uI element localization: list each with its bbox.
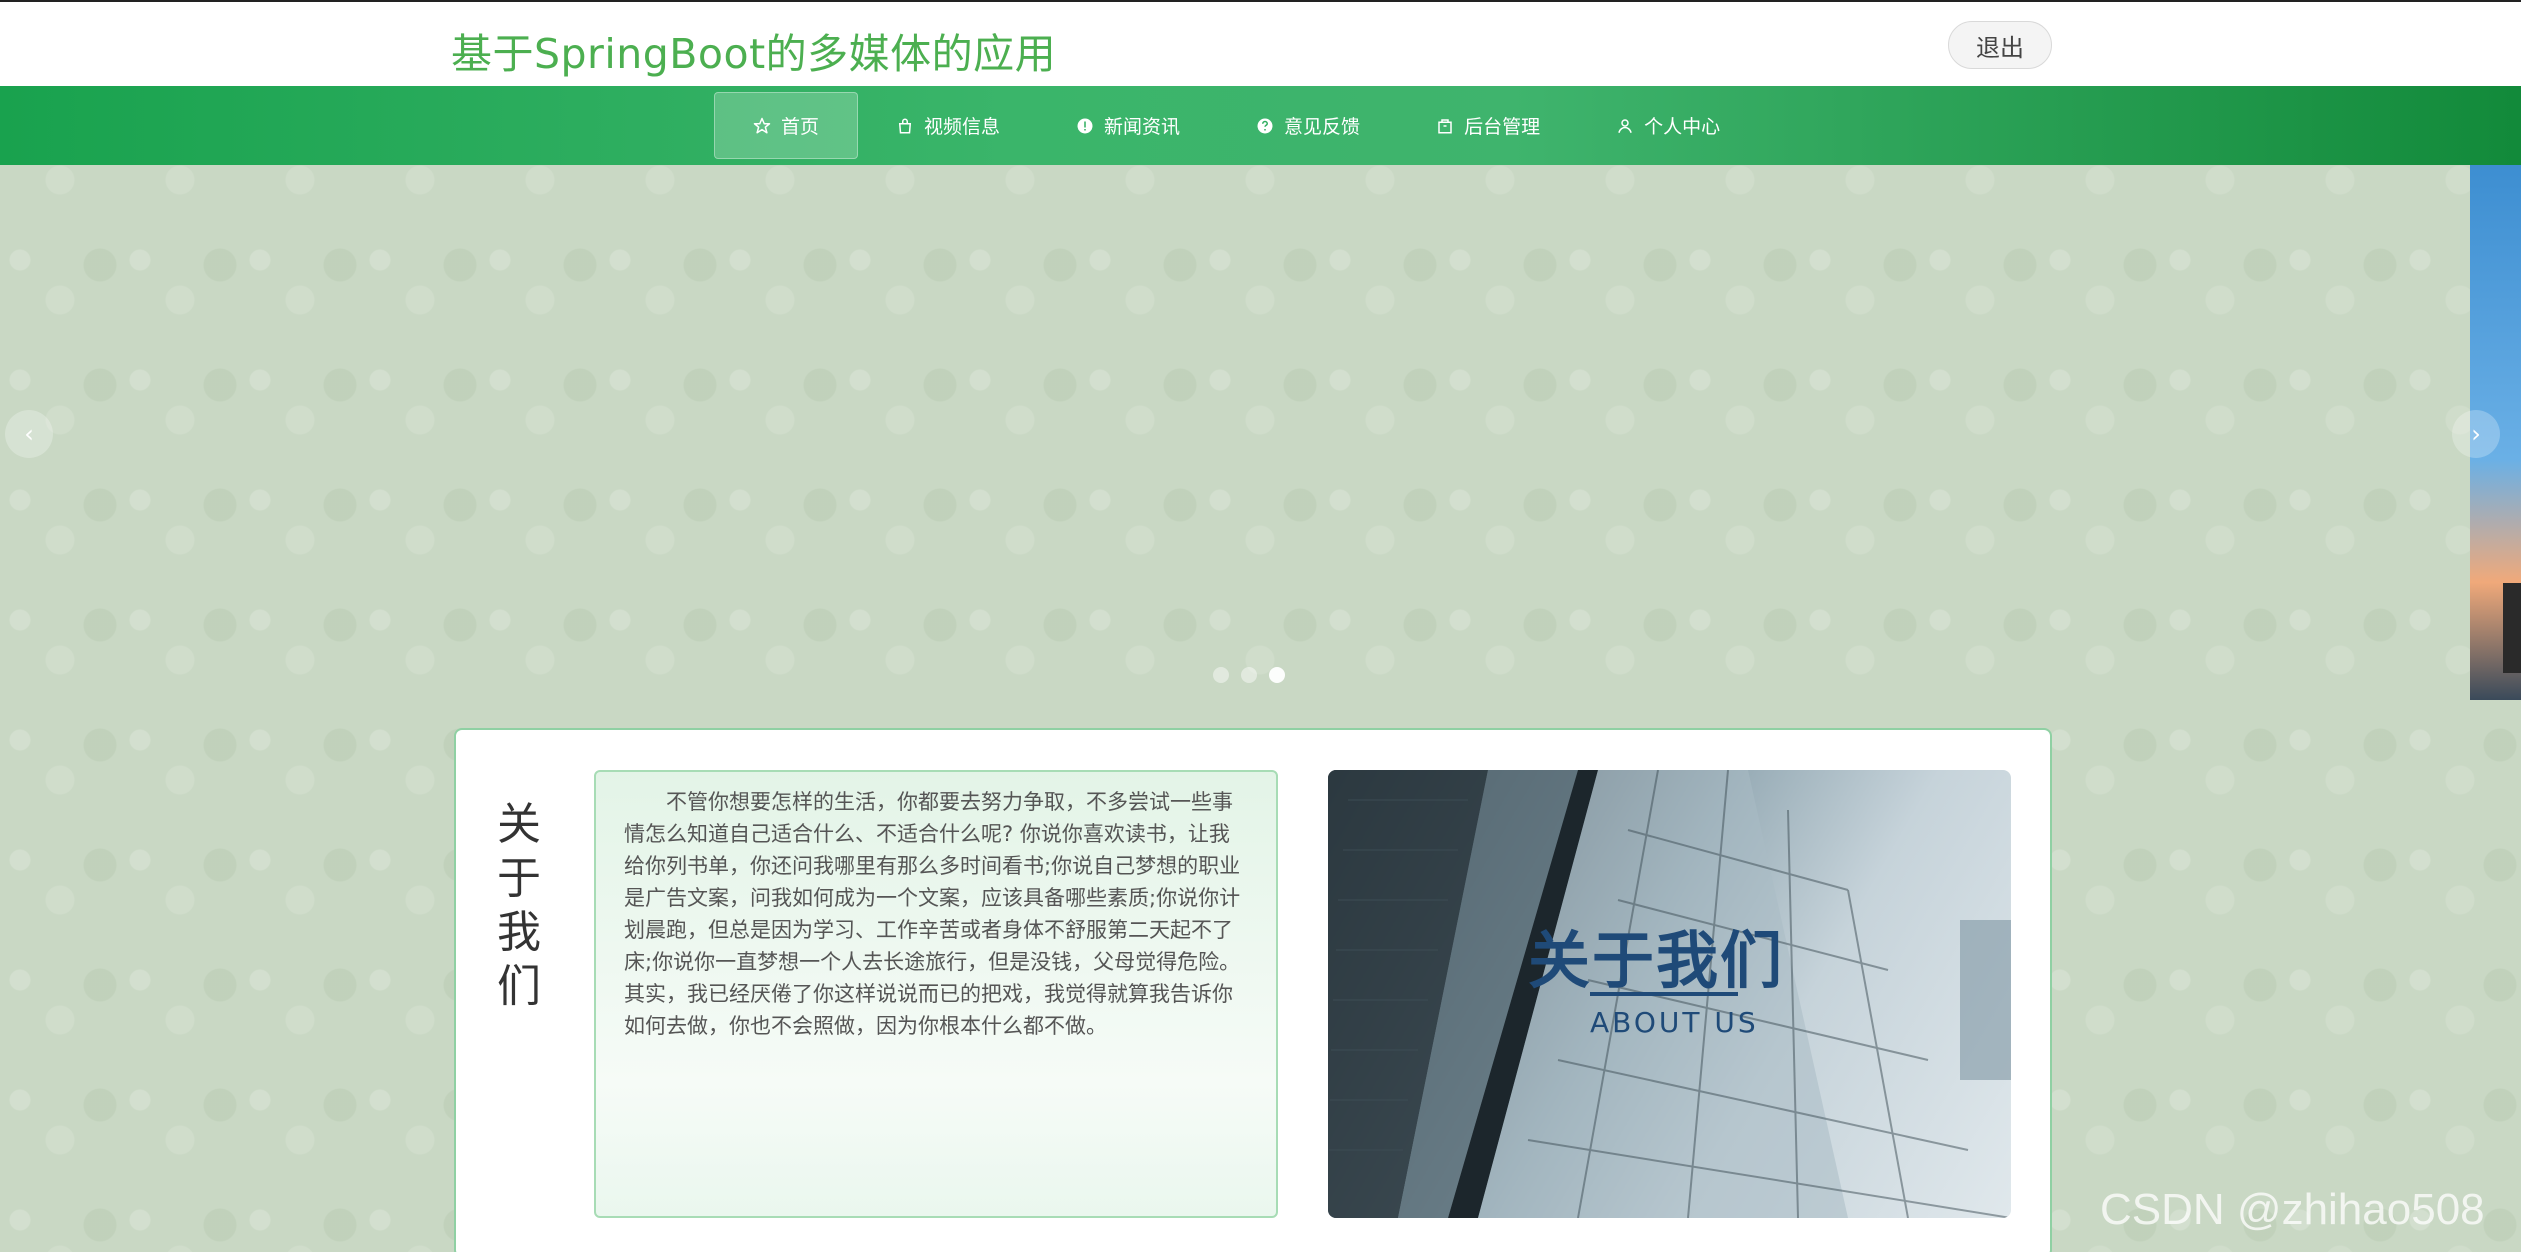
chevron-left-icon: ‹ bbox=[24, 420, 34, 448]
carousel-dot[interactable] bbox=[1213, 667, 1229, 683]
about-title-char: 于 bbox=[497, 853, 541, 904]
watermark: CSDN @zhihao508 bbox=[2100, 1185, 2485, 1234]
carousel-prev-button[interactable]: ‹ bbox=[5, 410, 53, 458]
carousel-next-button[interactable]: › bbox=[2452, 410, 2500, 458]
slide-edge-tab bbox=[2503, 583, 2521, 673]
chevron-right-icon: › bbox=[2471, 420, 2481, 448]
site-title: 基于SpringBoot的多媒体的应用 bbox=[451, 30, 1057, 78]
nav-item-profile[interactable]: 个人中心 bbox=[1578, 92, 1758, 159]
about-title-char: 关 bbox=[497, 799, 541, 850]
about-image-subtitle: ABOUT US bbox=[1590, 1006, 1759, 1039]
carousel-dot[interactable] bbox=[1241, 667, 1257, 683]
top-header: 基于SpringBoot的多媒体的应用 退出 bbox=[0, 0, 2521, 86]
banner-carousel: ‹ › bbox=[0, 165, 2521, 730]
nav-item-label: 后台管理 bbox=[1464, 116, 1541, 138]
bag-icon bbox=[896, 117, 914, 135]
nav-item-label: 新闻资讯 bbox=[1104, 116, 1181, 138]
user-icon bbox=[1616, 117, 1634, 135]
nav-item-label: 个人中心 bbox=[1644, 116, 1721, 138]
main-nav: 首页 视频信息 新闻资讯 意见反馈 后台管理 个人中心 bbox=[0, 86, 2521, 165]
nav-item-home[interactable]: 首页 bbox=[714, 92, 859, 159]
info-icon bbox=[1076, 117, 1094, 135]
nav-item-label: 意见反馈 bbox=[1284, 116, 1361, 138]
question-icon bbox=[1256, 117, 1274, 135]
about-vertical-title: 关 于 我 们 bbox=[494, 798, 544, 1014]
nav-item-videos[interactable]: 视频信息 bbox=[858, 92, 1038, 159]
about-title-char: 们 bbox=[497, 961, 541, 1012]
star-icon bbox=[753, 117, 771, 135]
logout-button[interactable]: 退出 bbox=[1948, 21, 2052, 69]
nav-item-label: 视频信息 bbox=[924, 116, 1001, 138]
about-section: 关 于 我 们 不管你想要怎样的生活，你都要去努力争取，不多尝试一些事情怎么知道… bbox=[454, 728, 2052, 1252]
nav-item-news[interactable]: 新闻资讯 bbox=[1038, 92, 1218, 159]
about-image-title: 关于我们 bbox=[1528, 924, 1785, 997]
about-image-underline bbox=[1590, 992, 1738, 996]
box-icon bbox=[1436, 117, 1454, 135]
nav-item-feedback[interactable]: 意见反馈 bbox=[1218, 92, 1398, 159]
about-us-image: 关于我们 ABOUT US bbox=[1328, 770, 2011, 1218]
nav-item-admin[interactable]: 后台管理 bbox=[1398, 92, 1578, 159]
about-description: 不管你想要怎样的生活，你都要去努力争取，不多尝试一些事情怎么知道自己适合什么、不… bbox=[594, 770, 1278, 1218]
carousel-dots bbox=[1213, 667, 1285, 683]
about-title-char: 我 bbox=[497, 907, 541, 958]
carousel-dot-active[interactable] bbox=[1269, 667, 1285, 683]
nav-items: 首页 视频信息 新闻资讯 意见反馈 后台管理 个人中心 bbox=[714, 92, 1758, 159]
nav-item-label: 首页 bbox=[781, 116, 820, 138]
